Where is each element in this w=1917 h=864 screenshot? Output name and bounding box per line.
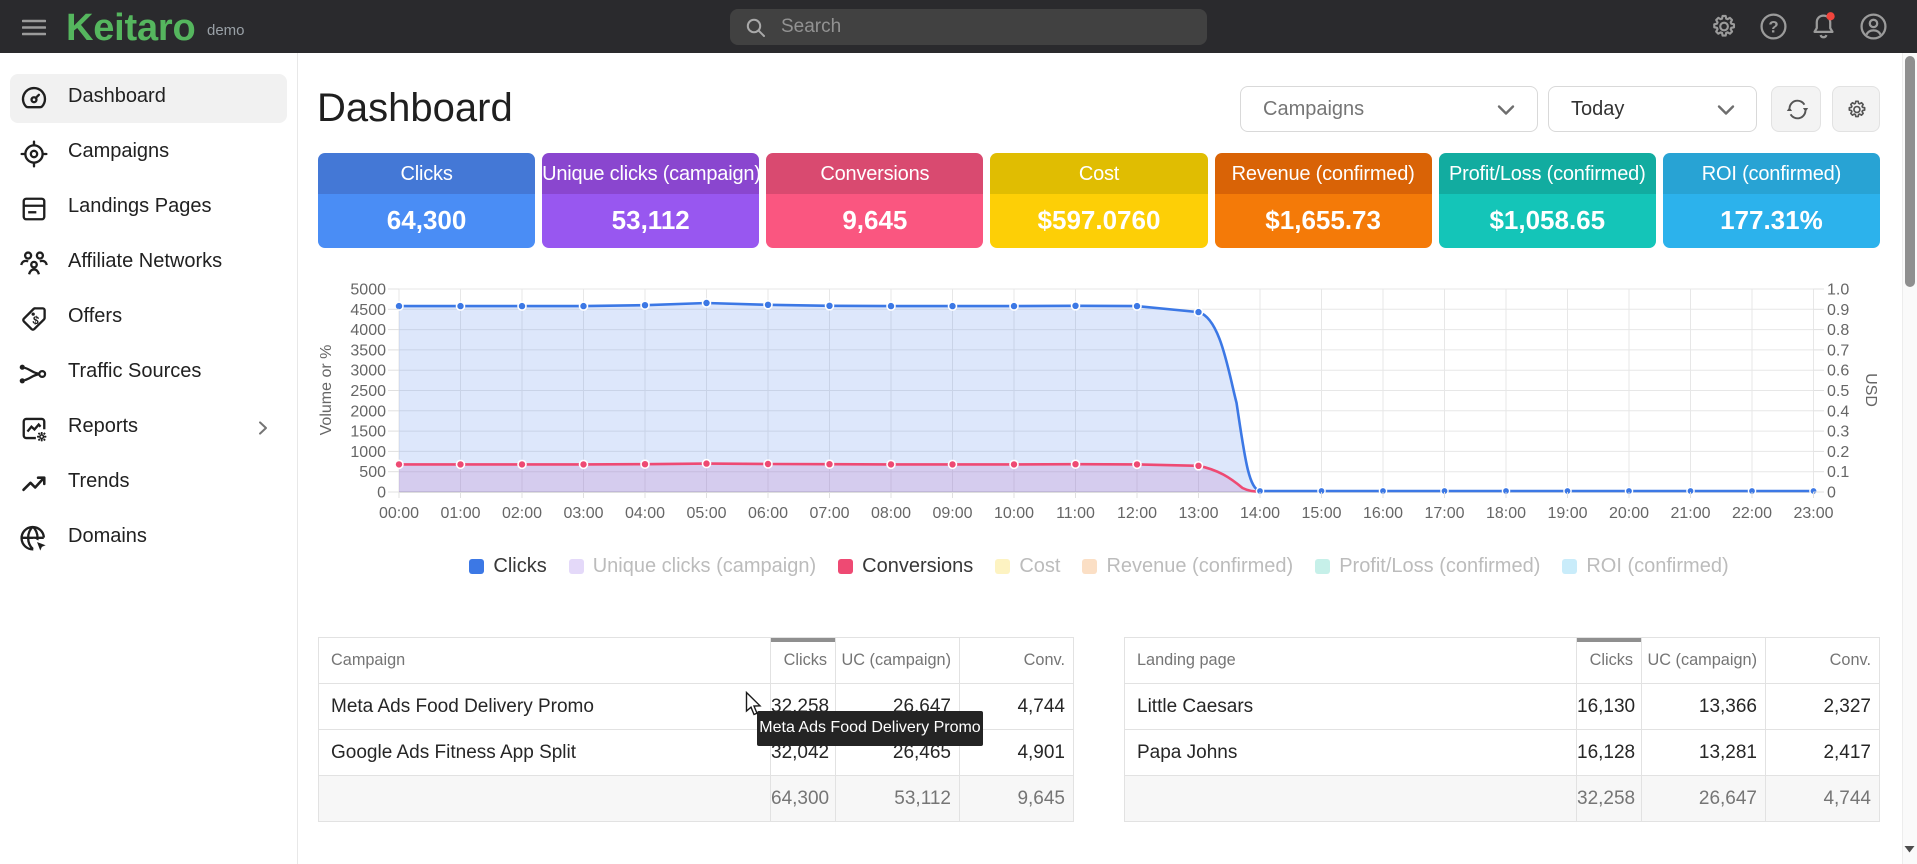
- svg-text:3500: 3500: [350, 342, 386, 359]
- svg-text:4000: 4000: [350, 322, 386, 339]
- svg-text:?: ?: [1768, 17, 1778, 36]
- svg-text:10:00: 10:00: [994, 505, 1034, 522]
- svg-text:0.8: 0.8: [1827, 322, 1849, 339]
- svg-text:0: 0: [1827, 485, 1836, 502]
- svg-text:05:00: 05:00: [686, 505, 726, 522]
- svg-text:18:00: 18:00: [1486, 505, 1526, 522]
- svg-text:20:00: 20:00: [1609, 505, 1649, 522]
- svg-text:23:00: 23:00: [1793, 505, 1833, 522]
- svg-text:1500: 1500: [350, 424, 386, 441]
- svg-text:3000: 3000: [350, 363, 386, 380]
- svg-text:21:00: 21:00: [1670, 505, 1710, 522]
- svg-text:01:00: 01:00: [440, 505, 480, 522]
- svg-text:0.3: 0.3: [1827, 424, 1849, 441]
- svg-text:0.7: 0.7: [1827, 342, 1849, 359]
- svg-text:2000: 2000: [350, 403, 386, 420]
- svg-text:1.0: 1.0: [1827, 282, 1849, 299]
- svg-text:03:00: 03:00: [563, 505, 603, 522]
- svg-text:5000: 5000: [350, 282, 386, 299]
- svg-text:15:00: 15:00: [1301, 505, 1341, 522]
- svg-text:Volume or %: Volume or %: [318, 345, 335, 436]
- svg-text:12:00: 12:00: [1117, 505, 1157, 522]
- svg-text:13:00: 13:00: [1178, 505, 1218, 522]
- svg-text:17:00: 17:00: [1424, 505, 1464, 522]
- svg-text:500: 500: [359, 464, 386, 481]
- svg-text:04:00: 04:00: [625, 505, 665, 522]
- svg-text:00:00: 00:00: [379, 505, 419, 522]
- svg-text:0.1: 0.1: [1827, 464, 1849, 481]
- svg-text:09:00: 09:00: [932, 505, 972, 522]
- svg-text:02:00: 02:00: [502, 505, 542, 522]
- svg-text:11:00: 11:00: [1056, 505, 1095, 522]
- svg-text:07:00: 07:00: [809, 505, 849, 522]
- svg-text:22:00: 22:00: [1732, 505, 1772, 522]
- svg-text:19:00: 19:00: [1547, 505, 1587, 522]
- svg-text:0.6: 0.6: [1827, 363, 1849, 380]
- svg-text:0.2: 0.2: [1827, 444, 1849, 461]
- svg-text:0.4: 0.4: [1827, 403, 1849, 420]
- svg-text:2500: 2500: [350, 383, 386, 400]
- svg-text:14:00: 14:00: [1240, 505, 1280, 522]
- svg-text:16:00: 16:00: [1363, 505, 1403, 522]
- svg-text:USD: USD: [1862, 373, 1879, 407]
- svg-text:4500: 4500: [350, 302, 386, 319]
- svg-text:1000: 1000: [350, 444, 386, 461]
- svg-text:08:00: 08:00: [871, 505, 911, 522]
- svg-text:0.9: 0.9: [1827, 302, 1849, 319]
- svg-text:06:00: 06:00: [748, 505, 788, 522]
- svg-text:0: 0: [377, 485, 386, 502]
- svg-text:0.5: 0.5: [1827, 383, 1849, 400]
